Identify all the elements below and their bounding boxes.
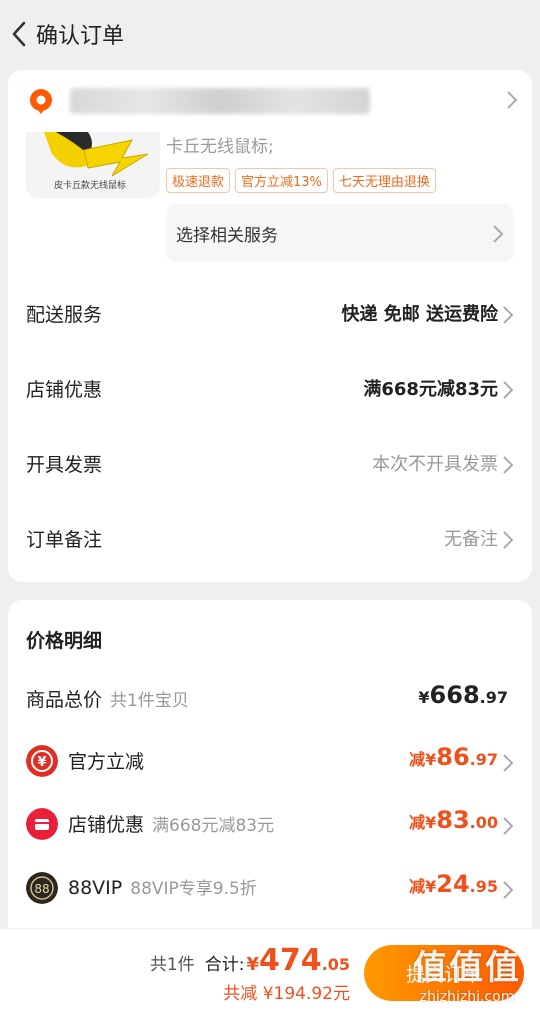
chevron-right-icon bbox=[507, 91, 518, 109]
delivery-value: 快递 免邮 送运费险 bbox=[341, 304, 498, 325]
price-detail-title: 价格明细 bbox=[26, 630, 103, 652]
total-amount: ¥474.05 bbox=[246, 943, 351, 978]
product-name[interactable]: 卡丘无线鼠标; bbox=[166, 132, 274, 157]
vip-discount-sub: 88VIP专享9.5折 bbox=[130, 879, 257, 899]
goods-total-sub: 共1件宝贝 bbox=[110, 691, 189, 711]
submit-bar: 共1件 合计: ¥474.05 共减 ¥194.92元 提交订单 bbox=[0, 928, 540, 1021]
vip-discount-label: 88VIP bbox=[68, 877, 123, 899]
goods-total-row: 商品总价 共1件宝贝 ¥668.97 bbox=[8, 678, 532, 718]
vip-discount-row[interactable]: 88 88VIP 88VIP专享9.5折 减¥24.95 bbox=[8, 867, 532, 907]
product-image-caption: 皮卡丘款无线鼠标 bbox=[54, 181, 127, 191]
goods-total-label: 商品总价 bbox=[26, 689, 103, 711]
shop-discount-detail-label: 店铺优惠 bbox=[68, 814, 145, 836]
total-saved: 共减 ¥194.92元 bbox=[223, 984, 350, 1004]
order-note-label: 订单备注 bbox=[26, 529, 103, 551]
select-service-label: 选择相关服务 bbox=[176, 225, 278, 246]
invoice-row[interactable]: 开具发票 本次不开具发票 bbox=[8, 442, 532, 482]
tag-fast-refund: 极速退款 bbox=[166, 168, 231, 193]
chevron-right-icon bbox=[503, 531, 514, 549]
chevron-right-icon bbox=[503, 306, 514, 324]
order-note-value: 无备注 bbox=[444, 529, 498, 550]
chevron-right-icon bbox=[503, 381, 514, 399]
invoice-label: 开具发票 bbox=[26, 454, 103, 476]
product-tags: 极速退款 官方立减13% 七天无理由退换 bbox=[166, 168, 436, 193]
svg-text:88: 88 bbox=[34, 882, 49, 896]
chevron-left-icon bbox=[12, 21, 26, 47]
top-bar: 确认订单 bbox=[0, 0, 540, 68]
back-button[interactable] bbox=[2, 0, 36, 68]
yen-coin-icon: ¥ bbox=[26, 745, 58, 777]
product-image[interactable]: 皮卡丘款无线鼠标 bbox=[26, 132, 160, 198]
page-title: 确认订单 bbox=[36, 24, 125, 49]
invoice-value: 本次不开具发票 bbox=[372, 454, 498, 475]
vip-discount-value: 减¥24.95 bbox=[409, 870, 498, 898]
tag-seven-day-return: 七天无理由退换 bbox=[332, 168, 436, 193]
goods-total-value: ¥668.97 bbox=[418, 681, 508, 709]
tag-official-discount: 官方立减13% bbox=[235, 168, 328, 193]
location-pin-icon bbox=[30, 89, 52, 114]
chevron-right-icon bbox=[503, 754, 514, 772]
shop-discount-detail-value: 减¥83.00 bbox=[409, 806, 498, 834]
shop-discount-row[interactable]: 店铺优惠 满668元减83元 bbox=[8, 367, 532, 407]
select-service-button[interactable]: 选择相关服务 bbox=[166, 204, 514, 262]
shop-discount-detail-row[interactable]: 店铺优惠 满668元减83元 减¥83.00 bbox=[8, 803, 532, 843]
order-card: 皮卡丘款无线鼠标 卡丘无线鼠标; 极速退款 官方立减13% 七天无理由退换 选择… bbox=[8, 132, 532, 582]
chevron-right-icon bbox=[503, 881, 514, 899]
shop-discount-label: 店铺优惠 bbox=[26, 379, 103, 401]
item-count: 共1件 bbox=[149, 955, 195, 975]
order-note-row[interactable]: 订单备注 无备注 bbox=[8, 517, 532, 557]
shop-discount-value: 满668元减83元 bbox=[363, 379, 498, 400]
shop-discount-detail-sub: 满668元减83元 bbox=[152, 816, 275, 836]
total-label: 合计: bbox=[204, 955, 245, 975]
chevron-right-icon bbox=[493, 225, 504, 243]
chevron-right-icon bbox=[503, 817, 514, 835]
svg-text:¥: ¥ bbox=[37, 755, 46, 770]
delivery-row[interactable]: 配送服务 快递 免邮 送运费险 bbox=[8, 292, 532, 332]
shop-icon bbox=[26, 808, 58, 840]
official-discount-row[interactable]: ¥ 官方立减 减¥86.97 bbox=[8, 740, 532, 780]
delivery-label: 配送服务 bbox=[26, 304, 103, 326]
price-detail-card: 价格明细 商品总价 共1件宝贝 ¥668.97 ¥ 官方立减 减¥86.97 店铺… bbox=[8, 600, 532, 930]
order-total: 共1件 合计: ¥474.05 bbox=[150, 943, 350, 978]
official-discount-label: 官方立减 bbox=[68, 751, 145, 773]
official-discount-value: 减¥86.97 bbox=[409, 743, 498, 771]
address-selector[interactable] bbox=[8, 70, 532, 132]
submit-order-button[interactable]: 提交订单 bbox=[364, 945, 524, 1001]
88vip-badge-icon: 88 bbox=[26, 872, 58, 904]
chevron-right-icon bbox=[503, 456, 514, 474]
address-text-redacted bbox=[70, 88, 370, 114]
